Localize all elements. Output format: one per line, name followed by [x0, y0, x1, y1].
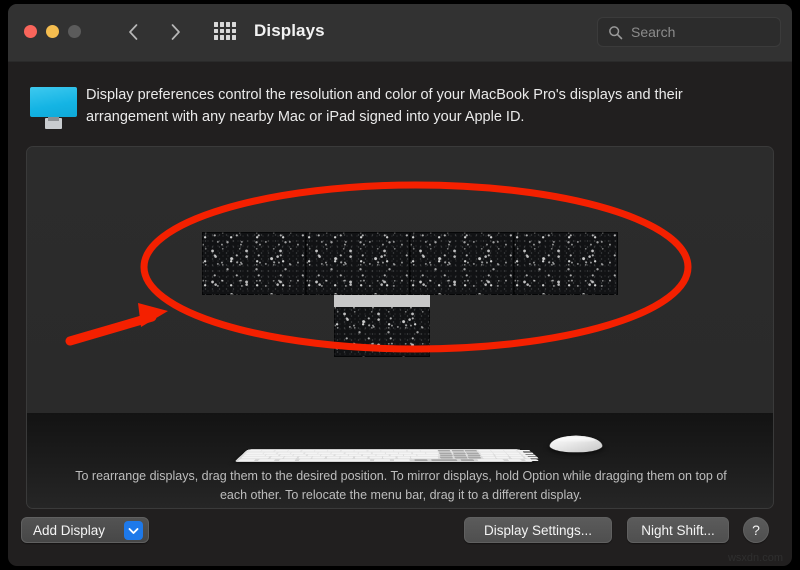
display-icon [30, 87, 77, 129]
display-thumbnail-1[interactable] [202, 232, 306, 295]
chevron-right-icon [171, 24, 180, 40]
close-window-button[interactable] [24, 25, 37, 38]
chevron-down-icon[interactable] [124, 521, 143, 540]
minimize-window-button[interactable] [46, 25, 59, 38]
watermark: wsxdn.com [727, 552, 783, 564]
search-icon [609, 26, 623, 40]
back-button[interactable] [120, 18, 146, 48]
display-settings-label: Display Settings... [483, 522, 593, 538]
description-row: Display preferences control the resoluti… [8, 74, 792, 138]
magic-mouse [548, 435, 604, 453]
show-all-preferences-grid-icon[interactable] [214, 22, 236, 40]
display-thumbnail-5-with-menu-bar[interactable] [334, 295, 430, 357]
night-shift-label: Night Shift... [641, 522, 715, 538]
display-thumbnail-2[interactable] [306, 232, 410, 295]
description-text: Display preferences control the resoluti… [86, 87, 683, 125]
window-titlebar: Displays Search [8, 4, 792, 62]
help-button[interactable]: ? [743, 517, 769, 543]
maximize-window-button[interactable] [68, 25, 81, 38]
display-thumbnail-4[interactable] [514, 232, 618, 295]
night-shift-button[interactable]: Night Shift... [627, 517, 729, 543]
help-label: ? [752, 522, 760, 538]
page-title: Displays [254, 21, 325, 40]
display-arrangement-panel[interactable]: To rearrange displays, drag them to the … [26, 146, 774, 509]
display-thumbnail-3[interactable] [410, 232, 514, 295]
magic-keyboard [234, 449, 539, 462]
forward-button[interactable] [163, 18, 189, 48]
arrangement-hint-text: To rearrange displays, drag them to the … [75, 469, 727, 502]
display-settings-button[interactable]: Display Settings... [464, 517, 612, 543]
add-display-button[interactable]: Add Display [21, 517, 149, 543]
displays-preferences-window: Displays Search Display preferences cont… [8, 4, 792, 566]
menu-bar-strip[interactable] [334, 295, 430, 307]
chevron-left-icon [129, 24, 138, 40]
search-input[interactable]: Search [597, 17, 781, 47]
search-placeholder-text: Search [631, 24, 676, 40]
add-display-label: Add Display [33, 522, 106, 538]
